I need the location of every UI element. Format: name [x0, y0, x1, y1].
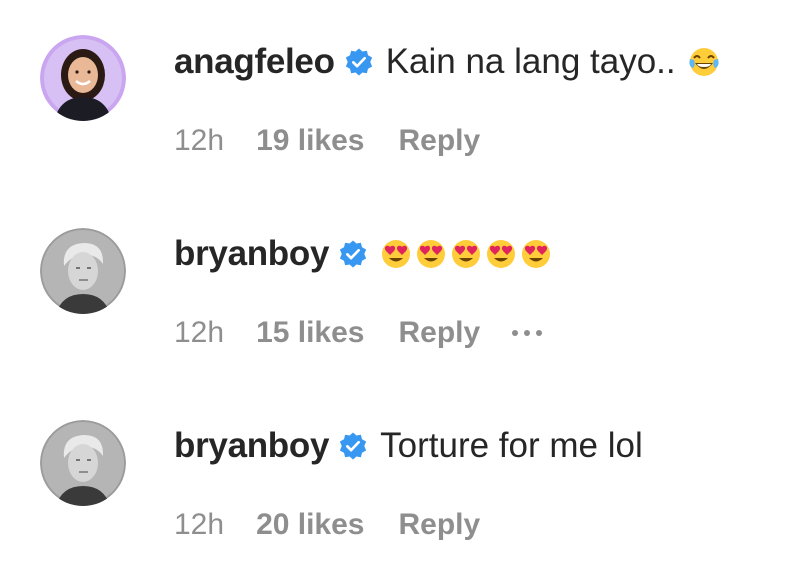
avatar[interactable]	[40, 420, 126, 506]
verified-badge-icon	[338, 239, 368, 269]
comment-line: anagfeleo Kain na lang tayo..	[174, 41, 723, 83]
verified-badge-icon	[338, 431, 368, 461]
comment-meta: 12h 19 likes Reply	[174, 124, 480, 158]
tears-of-joy-emoji	[688, 46, 720, 78]
comment-item: bryanboy 12h 15 likes Reply	[0, 190, 800, 380]
comment-meta: 12h 15 likes Reply	[174, 316, 543, 350]
verified-badge-icon	[344, 47, 374, 77]
avatar[interactable]	[40, 35, 126, 121]
more-options-icon[interactable]	[512, 330, 543, 336]
timestamp[interactable]: 12h	[174, 124, 224, 158]
comment-text: Torture for me lol	[380, 426, 643, 465]
username[interactable]: anagfeleo	[174, 42, 335, 82]
likes-count[interactable]: 19 likes	[256, 124, 364, 158]
comment-item: anagfeleo Kain na lang tayo.. 12h 19 lik…	[0, 0, 800, 190]
reply-button[interactable]: Reply	[399, 124, 481, 158]
avatar[interactable]	[40, 228, 126, 314]
heart-eyes-emoji	[450, 238, 482, 270]
reply-button[interactable]: Reply	[399, 316, 481, 350]
comment-line: bryanboy Torture for me lol	[174, 425, 643, 467]
likes-count[interactable]: 20 likes	[256, 508, 364, 542]
comment-item: bryanboy Torture for me lol 12h 20 likes…	[0, 380, 800, 570]
reply-button[interactable]: Reply	[399, 508, 481, 542]
comment-meta: 12h 20 likes Reply	[174, 508, 480, 542]
timestamp[interactable]: 12h	[174, 316, 224, 350]
heart-eyes-emoji	[415, 238, 447, 270]
comment-text: Kain na lang tayo..	[385, 42, 676, 81]
heart-eyes-emoji	[520, 238, 552, 270]
comment-line: bryanboy	[174, 233, 555, 275]
likes-count[interactable]: 15 likes	[256, 316, 364, 350]
emoji-group	[380, 238, 555, 270]
timestamp[interactable]: 12h	[174, 508, 224, 542]
heart-eyes-emoji	[380, 238, 412, 270]
username[interactable]: bryanboy	[174, 426, 329, 466]
username[interactable]: bryanboy	[174, 234, 329, 274]
heart-eyes-emoji	[485, 238, 517, 270]
